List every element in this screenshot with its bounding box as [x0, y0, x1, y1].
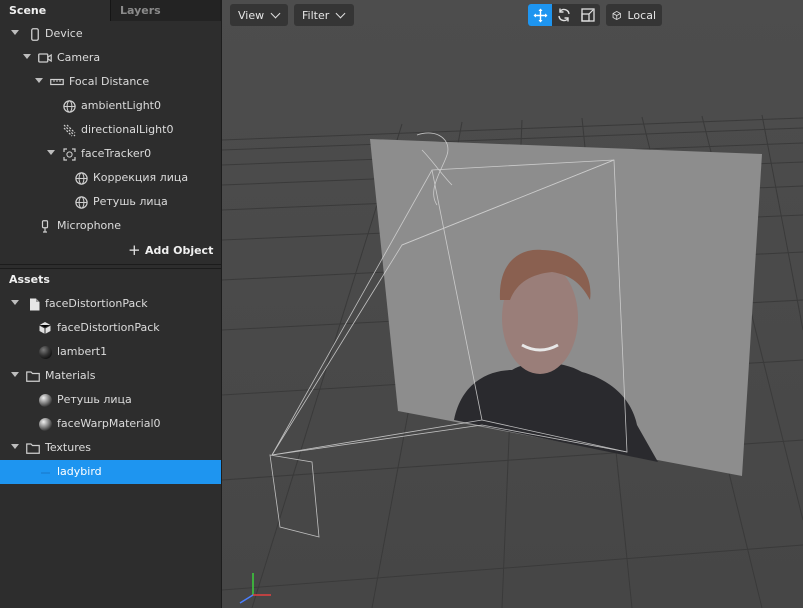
asset-item-facedistortionpack-mesh[interactable]: faceDistortionPack	[0, 316, 221, 340]
asset-item-label: faceDistortionPack	[57, 321, 160, 334]
folder-icon	[26, 441, 40, 455]
asset-item-materials[interactable]: Materials	[0, 364, 221, 388]
view-dropdown[interactable]: View	[230, 4, 288, 26]
scene-item-face-retouch[interactable]: Ретушь лица	[0, 190, 221, 214]
scene-item-label: faceTracker0	[81, 147, 152, 160]
expand-arrow-icon[interactable]	[11, 444, 19, 449]
directional-light-icon	[62, 123, 76, 137]
plus-icon: +	[128, 241, 141, 259]
asset-item-facewarpmaterial[interactable]: faceWarpMaterial0	[0, 412, 221, 436]
local-toggle-button[interactable]: Local	[606, 4, 662, 26]
asset-item-textures[interactable]: Textures	[0, 436, 221, 460]
expand-arrow-icon[interactable]	[47, 150, 55, 155]
local-toggle-label: Local	[627, 8, 656, 22]
asset-item-label: faceWarpMaterial0	[57, 417, 161, 430]
asset-item-label: lambert1	[57, 345, 108, 358]
scale-icon	[581, 8, 595, 22]
scene-item-label: directionalLight0	[81, 123, 174, 136]
globe-icon	[74, 195, 88, 209]
scene-tree: Device Camera Focal Distance ambientLigh…	[0, 22, 221, 238]
expand-arrow-icon[interactable]	[11, 372, 19, 377]
expand-arrow-icon[interactable]	[11, 300, 19, 305]
panel-tabs: Scene Layers	[0, 0, 221, 21]
scene-item-focal-distance[interactable]: Focal Distance	[0, 70, 221, 94]
camera-icon	[38, 51, 52, 65]
globe-icon	[74, 171, 88, 185]
scale-tool-button[interactable]	[576, 4, 600, 26]
cube-icon	[38, 321, 52, 335]
face-tracker-icon	[62, 147, 76, 161]
viewport-toolbar: View Filter Local	[222, 0, 803, 30]
asset-item-lambert1[interactable]: lambert1	[0, 340, 221, 364]
view-dropdown-label: View	[238, 8, 265, 22]
filter-dropdown[interactable]: Filter	[294, 4, 354, 26]
ruler-icon	[50, 75, 64, 89]
material-sphere-icon	[38, 393, 52, 407]
microphone-icon	[38, 219, 52, 233]
scene-item-label: Device	[45, 27, 83, 40]
viewport-canvas	[222, 0, 803, 608]
globe-icon	[62, 99, 76, 113]
file-icon	[27, 297, 41, 311]
tab-layers[interactable]: Layers	[110, 0, 220, 21]
chevron-down-icon	[335, 8, 346, 18]
scene-item-label: Camera	[57, 51, 101, 64]
material-sphere-icon	[38, 345, 52, 359]
asset-item-label: Textures	[45, 441, 91, 454]
transform-tools	[528, 4, 600, 26]
scene-viewport[interactable]: View Filter Local	[222, 0, 803, 608]
left-panel: Scene Layers Device Camera Focal Distanc…	[0, 0, 222, 608]
move-icon	[533, 8, 547, 22]
tab-scene[interactable]: Scene	[0, 0, 110, 21]
texture-icon	[38, 465, 52, 479]
scene-item-label: Microphone	[57, 219, 122, 232]
phone-icon	[28, 27, 42, 41]
scene-item-facetracker[interactable]: faceTracker0	[0, 142, 221, 166]
scene-item-face-correction[interactable]: Коррекция лица	[0, 166, 221, 190]
cube-icon	[612, 10, 621, 20]
chevron-down-icon	[270, 8, 281, 18]
scene-item-label: Focal Distance	[69, 75, 150, 88]
asset-item-label: faceDistortionPack	[45, 297, 148, 310]
folder-icon	[26, 369, 40, 383]
add-object-button[interactable]: + Add Object	[0, 238, 221, 265]
asset-item-label: ladybird	[57, 465, 102, 478]
expand-arrow-icon[interactable]	[23, 54, 31, 59]
scene-item-label: Коррекция лица	[93, 171, 189, 184]
add-object-label: Add Object	[145, 244, 214, 257]
asset-item-face-retouch-material[interactable]: Ретушь лица	[0, 388, 221, 412]
move-tool-button[interactable]	[528, 4, 552, 26]
scene-item-microphone[interactable]: Microphone	[0, 214, 221, 238]
scene-item-label: Ретушь лица	[93, 195, 168, 208]
rotate-tool-button[interactable]	[552, 4, 576, 26]
asset-item-label: Ретушь лица	[57, 393, 132, 406]
expand-arrow-icon[interactable]	[35, 78, 43, 83]
assets-header: Assets	[0, 268, 221, 291]
asset-item-ladybird[interactable]: ladybird	[0, 460, 221, 484]
scene-item-directionallight[interactable]: directionalLight0	[0, 118, 221, 142]
expand-arrow-icon[interactable]	[11, 30, 19, 35]
assets-tree: faceDistortionPack faceDistortionPack la…	[0, 292, 221, 484]
scene-item-ambientlight[interactable]: ambientLight0	[0, 94, 221, 118]
scene-item-label: ambientLight0	[81, 99, 161, 112]
scene-item-camera[interactable]: Camera	[0, 46, 221, 70]
scene-item-device[interactable]: Device	[0, 22, 221, 46]
asset-item-facedistortionpack[interactable]: faceDistortionPack	[0, 292, 221, 316]
asset-item-label: Materials	[45, 369, 96, 382]
filter-dropdown-label: Filter	[302, 8, 330, 22]
rotate-icon	[558, 8, 570, 22]
material-sphere-icon	[38, 417, 52, 431]
